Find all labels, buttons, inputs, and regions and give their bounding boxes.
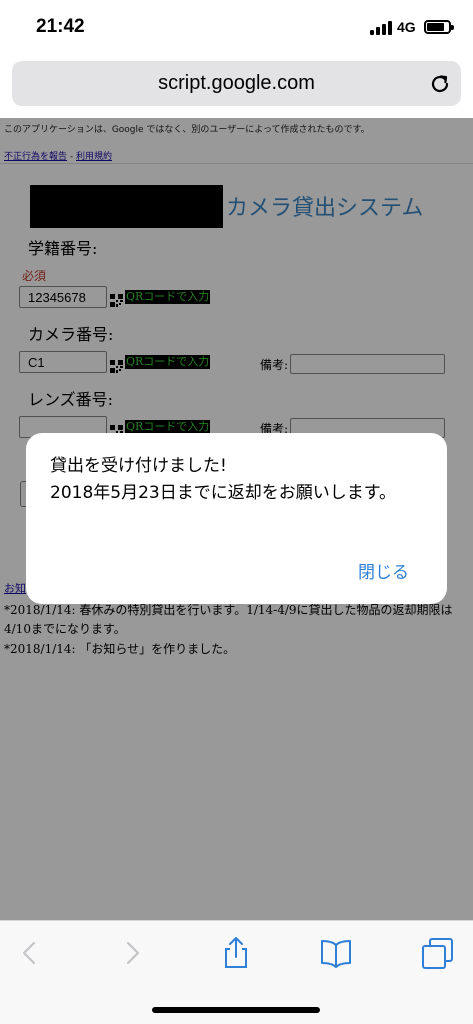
close-button[interactable]: 閉じる bbox=[358, 558, 409, 583]
signal-icon bbox=[370, 21, 392, 35]
share-icon[interactable] bbox=[218, 935, 254, 971]
alert-message: 貸出を受け付けました! 2018年5月23日までに返却をお願いします。 bbox=[50, 456, 397, 503]
tabs-icon[interactable] bbox=[420, 935, 456, 971]
url-text[interactable]: script.google.com bbox=[12, 72, 461, 95]
reload-icon[interactable] bbox=[429, 73, 451, 95]
back-icon[interactable] bbox=[12, 935, 48, 971]
bookmarks-icon[interactable] bbox=[318, 935, 354, 971]
home-indicator bbox=[152, 1007, 320, 1013]
address-bar[interactable]: script.google.com bbox=[12, 61, 461, 106]
network-type: 4G bbox=[397, 19, 416, 35]
status-bar: 21:42 4G bbox=[0, 0, 473, 56]
alert-dialog: 貸出を受け付けました! 2018年5月23日までに返却をお願いします。 閉じる bbox=[26, 433, 447, 604]
status-time: 21:42 bbox=[36, 16, 85, 37]
forward-icon[interactable] bbox=[114, 935, 150, 971]
battery-icon bbox=[424, 20, 454, 34]
